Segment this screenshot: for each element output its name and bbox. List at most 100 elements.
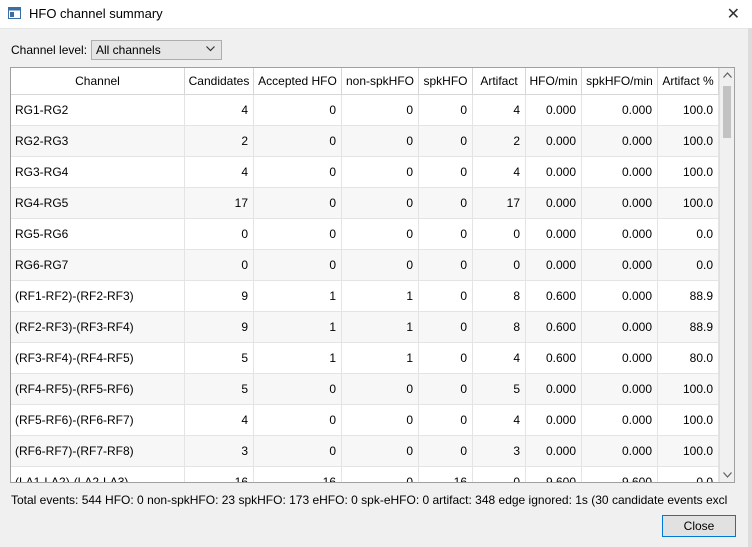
table-cell: 0 (419, 157, 473, 187)
table-cell: 0.600 (526, 281, 582, 311)
channel-name-cell: (RF6-RF7)-(RF7-RF8) (11, 436, 185, 466)
table-cell: 100.0 (658, 188, 719, 218)
table-cell: 0 (473, 219, 526, 249)
window-title: HFO channel summary (29, 6, 163, 21)
table-cell: 0 (342, 126, 419, 156)
table-cell: 0 (419, 436, 473, 466)
vertical-scrollbar[interactable] (719, 68, 734, 482)
channel-name-cell: RG5-RG6 (11, 219, 185, 249)
table-row[interactable]: RG5-RG6 0 0 0 0 0 0.000 0.000 0.0 (11, 219, 719, 250)
table-cell: 0 (419, 95, 473, 125)
table-cell: 9.600 (526, 467, 582, 482)
table-cell: 0.000 (526, 374, 582, 404)
table-cell: 0 (254, 95, 342, 125)
column-header[interactable]: Artifact % (658, 68, 719, 94)
table-row[interactable]: (LA1-LA2)-(LA2-LA3) 16 16 0 16 0 9.600 9.600 0.0 (11, 467, 719, 482)
scrollbar-thumb[interactable] (723, 86, 731, 138)
table-cell: 0 (254, 157, 342, 187)
table-row[interactable]: RG1-RG2 4 0 0 0 4 0.000 0.000 100.0 (11, 95, 719, 126)
table-row[interactable]: (RF2-RF3)-(RF3-RF4) 9 1 1 0 8 0.600 0.000 88.9 (11, 312, 719, 343)
table-cell: 0 (342, 188, 419, 218)
column-header[interactable]: Channel (11, 68, 185, 94)
channel-name-cell: (RF4-RF5)-(RF5-RF6) (11, 374, 185, 404)
table-cell: 3 (185, 436, 254, 466)
table-cell: 0 (342, 374, 419, 404)
column-header[interactable]: spkHFO/min (582, 68, 658, 94)
table-cell: 4 (185, 95, 254, 125)
table-cell: 0 (254, 188, 342, 218)
channel-name-cell: RG1-RG2 (11, 95, 185, 125)
table-cell: 9.600 (582, 467, 658, 482)
table-cell: 0 (342, 95, 419, 125)
status-summary: Total events: 544 HFO: 0 non-spkHFO: 23 … (11, 493, 728, 507)
table-cell: 0.000 (582, 374, 658, 404)
table-cell: 88.9 (658, 281, 719, 311)
table-row[interactable]: RG6-RG7 0 0 0 0 0 0.000 0.000 0.0 (11, 250, 719, 281)
table-cell: 9 (185, 312, 254, 342)
table-row[interactable]: (RF1-RF2)-(RF2-RF3) 9 1 1 0 8 0.600 0.000 88.9 (11, 281, 719, 312)
table-cell: 4 (185, 157, 254, 187)
table-cell: 0.000 (582, 405, 658, 435)
table-cell: 16 (419, 467, 473, 482)
table-cell: 0.000 (526, 436, 582, 466)
table-cell: 100.0 (658, 95, 719, 125)
channel-level-value: All channels (96, 43, 161, 57)
table-header-row: Channel Candidates Accepted HFO non-spkHFO s… (11, 68, 719, 95)
table-cell: 0.600 (526, 312, 582, 342)
table-cell: 0.000 (526, 188, 582, 218)
channel-name-cell: (LA1-LA2)-(LA2-LA3) (11, 467, 185, 482)
chevron-down-icon (206, 46, 215, 52)
table-row[interactable]: (RF5-RF6)-(RF6-RF7) 4 0 0 0 4 0.000 0.000 100.0 (11, 405, 719, 436)
column-header[interactable]: HFO/min (526, 68, 582, 94)
table-cell: 100.0 (658, 374, 719, 404)
channel-name-cell: (RF3-RF4)-(RF4-RF5) (11, 343, 185, 373)
table-cell: 16 (185, 467, 254, 482)
close-icon[interactable]: ✕ (727, 4, 740, 24)
table-cell: 0 (185, 219, 254, 249)
column-header[interactable]: non-spkHFO (342, 68, 419, 94)
table-cell: 0 (254, 405, 342, 435)
table-cell: 1 (342, 343, 419, 373)
table-cell: 0.000 (526, 126, 582, 156)
table-row[interactable]: (RF4-RF5)-(RF5-RF6) 5 0 0 0 5 0.000 0.000 100.0 (11, 374, 719, 405)
table-row[interactable]: (RF3-RF4)-(RF4-RF5) 5 1 1 0 4 0.600 0.000 80.0 (11, 343, 719, 374)
table-cell: 0 (342, 157, 419, 187)
column-header[interactable]: Artifact (473, 68, 526, 94)
table-row[interactable]: (RF6-RF7)-(RF7-RF8) 3 0 0 0 3 0.000 0.000 100.0 (11, 436, 719, 467)
table-cell: 0 (419, 219, 473, 249)
scroll-down-icon[interactable] (723, 472, 732, 478)
table-cell: 17 (473, 188, 526, 218)
table-cell: 0 (342, 467, 419, 482)
table-cell: 100.0 (658, 436, 719, 466)
table-cell: 5 (185, 343, 254, 373)
table-row[interactable]: RG3-RG4 4 0 0 0 4 0.000 0.000 100.0 (11, 157, 719, 188)
table-cell: 8 (473, 312, 526, 342)
table-cell: 0 (419, 405, 473, 435)
table-row[interactable]: RG4-RG5 17 0 0 0 17 0.000 0.000 100.0 (11, 188, 719, 219)
channel-level-select[interactable]: All channels (91, 40, 222, 60)
table-cell: 0 (419, 188, 473, 218)
table-cell: 5 (473, 374, 526, 404)
table-cell: 100.0 (658, 405, 719, 435)
table-row[interactable]: RG2-RG3 2 0 0 0 2 0.000 0.000 100.0 (11, 126, 719, 157)
close-button[interactable]: Close (662, 515, 736, 537)
scroll-up-icon[interactable] (723, 72, 732, 78)
table-cell: 0.600 (526, 343, 582, 373)
column-header[interactable]: Candidates (185, 68, 254, 94)
table-cell: 4 (473, 157, 526, 187)
table-cell: 0.000 (526, 250, 582, 280)
column-header[interactable]: spkHFO (419, 68, 473, 94)
table-cell: 9 (185, 281, 254, 311)
table-cell: 5 (185, 374, 254, 404)
channel-name-cell: RG6-RG7 (11, 250, 185, 280)
column-header[interactable]: Accepted HFO (254, 68, 342, 94)
table-cell: 0.000 (582, 436, 658, 466)
table-cell: 4 (473, 343, 526, 373)
channel-name-cell: RG4-RG5 (11, 188, 185, 218)
table-cell: 0 (419, 250, 473, 280)
table-cell: 0 (254, 219, 342, 249)
table-cell: 0 (473, 467, 526, 482)
table-cell: 1 (254, 312, 342, 342)
table-body: Channel Candidates Accepted HFO non-spkHFO s… (11, 68, 719, 482)
table-cell: 0.000 (526, 405, 582, 435)
